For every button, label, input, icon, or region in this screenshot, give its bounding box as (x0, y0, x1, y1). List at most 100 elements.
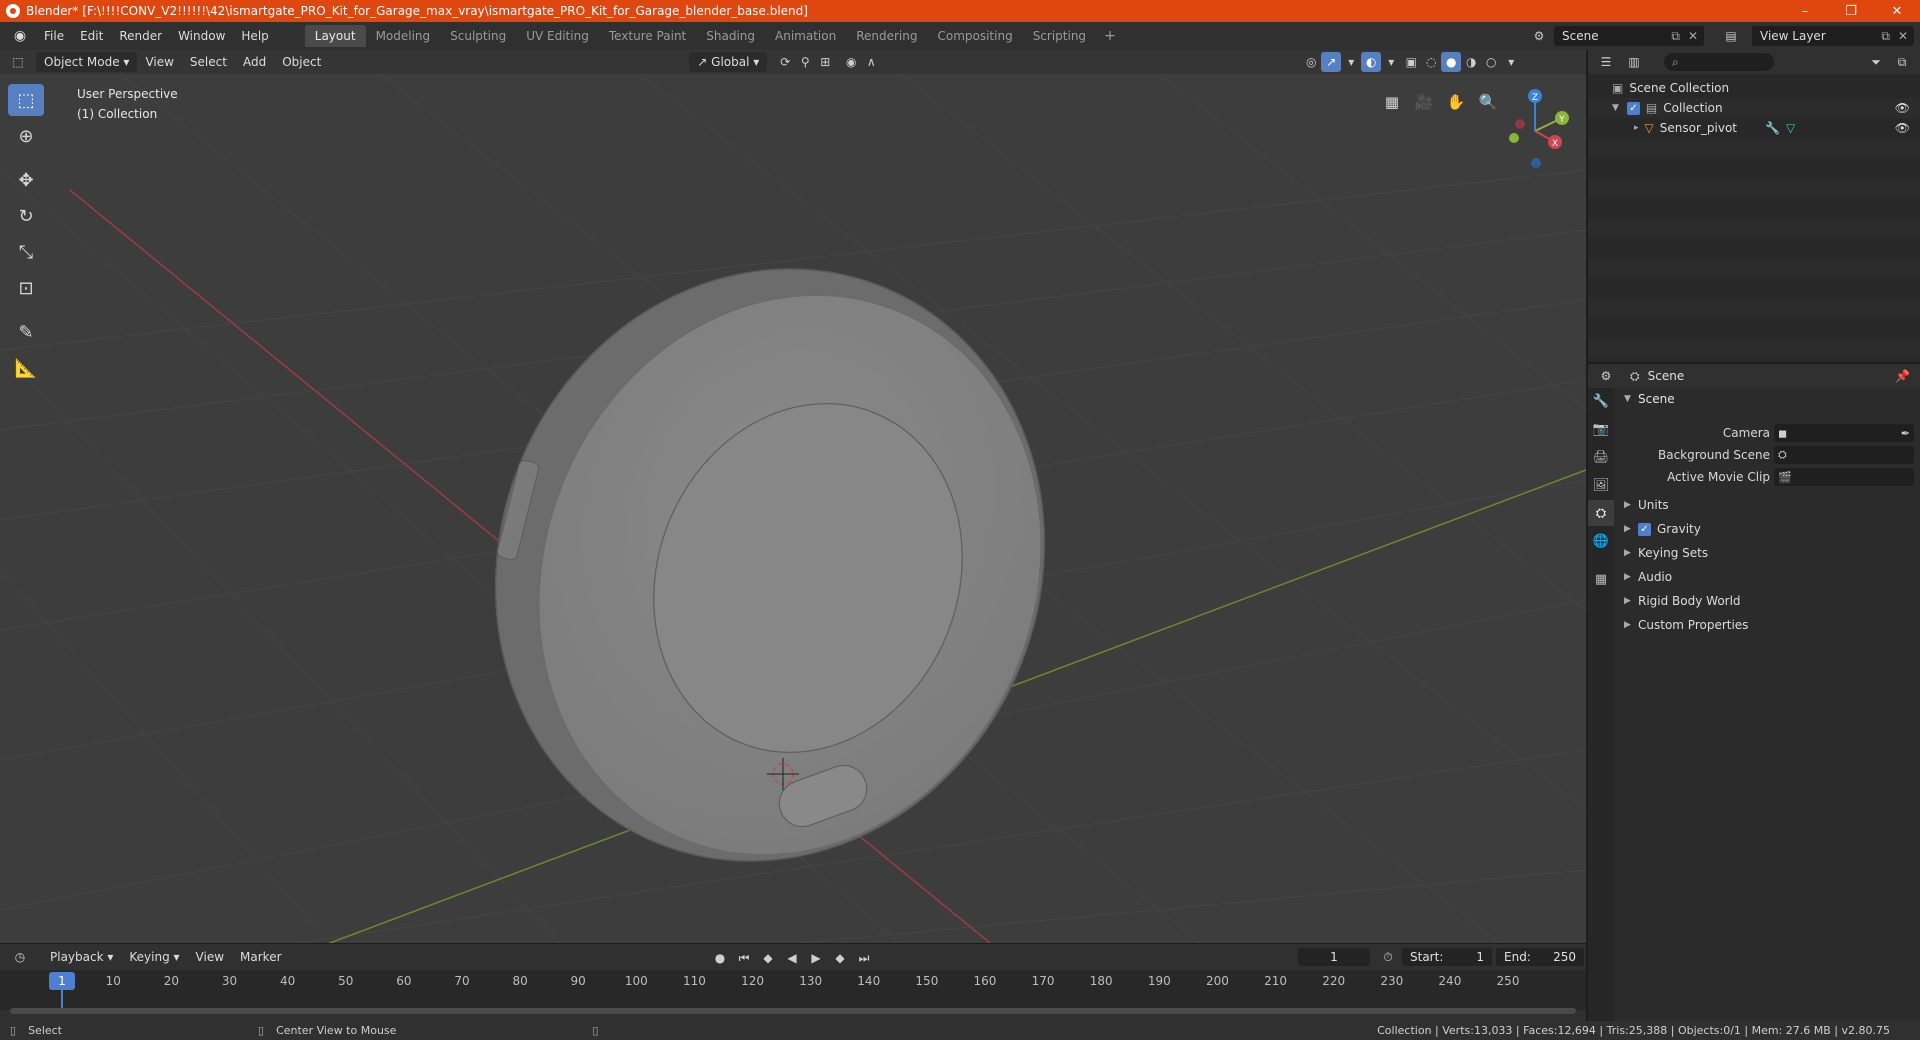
gizmo-dropdown-icon[interactable]: ▾ (1341, 52, 1361, 72)
background-scene-field[interactable]: ⛭ (1774, 446, 1914, 464)
solid-shading-icon[interactable]: ● (1441, 52, 1462, 72)
close-button[interactable]: ✕ (1874, 0, 1920, 22)
tab-sculpting[interactable]: Sculpting (440, 25, 516, 47)
visibility-icon[interactable]: ◎ (1301, 52, 1321, 72)
scale-tool-icon[interactable]: ⤡ (8, 236, 44, 268)
falloff-icon[interactable]: ∧ (861, 52, 881, 72)
expand-arrow-icon[interactable]: ▼ (1612, 103, 1619, 113)
tab-uv-editing[interactable]: UV Editing (516, 25, 599, 47)
tab-rendering[interactable]: Rendering (846, 25, 927, 47)
new-scene-icon[interactable]: ⧉ (1671, 29, 1680, 44)
camera-field[interactable]: ◼ ✒ (1774, 424, 1914, 442)
menu-help[interactable]: Help (233, 25, 276, 47)
render-tab-icon[interactable]: 📷 (1588, 416, 1614, 442)
orientation-dropdown[interactable]: ↗ Global ▾ (689, 52, 768, 72)
timeline-menu-keying[interactable]: Keying ▾ (121, 950, 187, 964)
current-frame-field[interactable]: 1 (1298, 948, 1370, 966)
tool-tab-icon[interactable]: 🔧 (1588, 388, 1614, 414)
next-keyframe-icon[interactable]: ◆ (830, 948, 850, 968)
rendered-shading-icon[interactable]: ○ (1481, 52, 1501, 72)
outliner-search-field[interactable]: ⌕ (1664, 53, 1774, 71)
timeline-menu-view[interactable]: View (188, 950, 232, 964)
gravity-checkbox[interactable]: ✓ (1638, 522, 1651, 536)
navigation-gizmo[interactable]: Z Y X (1500, 86, 1570, 176)
viewport-menu-select[interactable]: Select (182, 52, 235, 72)
jump-start-icon[interactable]: ⏮ (734, 948, 754, 968)
scene-icon[interactable]: ⚙ (1528, 26, 1550, 46)
eye-icon[interactable]: 👁 (1895, 101, 1910, 115)
add-workspace-button[interactable]: + (1096, 28, 1124, 44)
collection-checkbox[interactable]: ✓ (1626, 101, 1640, 115)
timeline-menu-playback[interactable]: Playback ▾ (42, 950, 121, 964)
menu-file[interactable]: File (36, 25, 72, 47)
snap-icon[interactable]: ⚲ (795, 52, 815, 72)
tab-scripting[interactable]: Scripting (1023, 25, 1096, 47)
wireframe-shading-icon[interactable]: ◌ (1421, 52, 1441, 72)
view-layer-selector[interactable]: View Layer ⧉ ✕ (1752, 26, 1914, 46)
tab-texture-paint[interactable]: Texture Paint (599, 25, 696, 47)
overlay-dropdown-icon[interactable]: ▾ (1381, 52, 1401, 72)
select-box-tool-icon[interactable]: ⬚ (8, 84, 44, 116)
output-tab-icon[interactable]: 🖨 (1588, 444, 1614, 470)
pan-hand-icon[interactable]: ✋ (1442, 88, 1470, 116)
filter-icon[interactable]: ⏷ (1866, 52, 1886, 72)
pivot-icon[interactable]: ⟳ (775, 52, 795, 72)
menu-edit[interactable]: Edit (72, 25, 111, 47)
3d-viewport[interactable]: ⬚ Object Mode ▾ View Select Add Object ↗… (0, 50, 1586, 943)
rotate-tool-icon[interactable]: ↻ (8, 200, 44, 232)
mode-dropdown[interactable]: Object Mode ▾ (36, 52, 138, 72)
display-mode-icon[interactable]: ▥ (1624, 52, 1644, 72)
eyedropper-icon[interactable]: ✒ (1901, 427, 1910, 440)
units-panel[interactable]: ▶ Units (1614, 494, 1920, 516)
record-icon[interactable]: ● (710, 948, 730, 968)
delete-view-layer-icon[interactable]: ✕ (1898, 29, 1908, 43)
start-frame-field[interactable]: Start: 1 (1402, 948, 1492, 966)
end-frame-field[interactable]: End: 250 (1496, 948, 1584, 966)
neg-y-axis-handle[interactable] (1509, 133, 1519, 143)
new-view-layer-icon[interactable]: ⧉ (1881, 29, 1890, 44)
outliner-editor-type-icon[interactable]: ☰ (1596, 52, 1616, 72)
neg-x-axis-handle[interactable] (1515, 119, 1525, 129)
new-collection-icon[interactable]: ⧉ (1892, 52, 1912, 72)
neg-z-axis-handle[interactable] (1531, 158, 1541, 168)
timeline-scrollbar[interactable] (10, 1008, 1576, 1014)
xray-icon[interactable]: ▣ (1401, 52, 1421, 72)
modifier-wrench-icon[interactable]: 🔧 (1765, 121, 1780, 135)
scene-selector[interactable]: Scene ⧉ ✕ (1554, 26, 1704, 46)
texture-tab-icon[interactable]: ▦ (1588, 566, 1614, 592)
scene-panel-header[interactable]: ▼ Scene (1614, 388, 1920, 410)
pin-icon[interactable]: 📌 (1895, 369, 1910, 383)
timeline-editor-type-icon[interactable]: ◷ (10, 947, 30, 967)
gravity-panel[interactable]: ▶ ✓ Gravity (1614, 518, 1920, 540)
menu-render[interactable]: Render (111, 25, 170, 47)
tab-shading[interactable]: Shading (696, 25, 765, 47)
tab-modeling[interactable]: Modeling (366, 25, 441, 47)
play-reverse-icon[interactable]: ◀ (782, 948, 802, 968)
transform-tool-icon[interactable]: ⊡ (8, 272, 44, 304)
jump-end-icon[interactable]: ⏭ (854, 948, 874, 968)
custom-properties-panel[interactable]: ▶ Custom Properties (1614, 614, 1920, 636)
sensor-model[interactable] (407, 186, 1132, 943)
material-shading-icon[interactable]: ◑ (1461, 52, 1481, 72)
measure-tool-icon[interactable]: 📐 (8, 352, 44, 384)
view-layer-icon[interactable]: ▤ (1720, 26, 1742, 46)
outliner-row-scene-collection[interactable]: ▣ Scene Collection (1588, 78, 1920, 98)
keying-sets-panel[interactable]: ▶ Keying Sets (1614, 542, 1920, 564)
outliner-row-sensor-pivot[interactable]: ▸ ▽ Sensor_pivot 🔧 ▽ 👁 (1588, 118, 1920, 138)
tab-animation[interactable]: Animation (765, 25, 846, 47)
minimize-button[interactable]: – (1782, 0, 1828, 22)
tab-layout[interactable]: Layout (304, 25, 366, 47)
blender-menu-icon[interactable]: ◉ (10, 26, 30, 46)
gizmo-toggle-icon[interactable]: ↗ (1321, 52, 1342, 72)
rigid-body-world-panel[interactable]: ▶ Rigid Body World (1614, 590, 1920, 612)
menu-window[interactable]: Window (170, 25, 233, 47)
audio-panel[interactable]: ▶ Audio (1614, 566, 1920, 588)
viewport-menu-view[interactable]: View (137, 52, 181, 72)
overlay-toggle-icon[interactable]: ◐ (1361, 52, 1382, 72)
editor-type-icon[interactable]: ⬚ (8, 52, 28, 72)
move-tool-icon[interactable]: ✥ (8, 164, 44, 196)
cursor-tool-icon[interactable]: ⊕ (8, 120, 44, 152)
viewport-menu-object[interactable]: Object (274, 52, 329, 72)
frame-ruler[interactable]: 10 20 30 40 50 60 70 80 90 100 110 120 130 140 150 160 1… (0, 970, 1586, 1010)
viewport-menu-add[interactable]: Add (235, 52, 274, 72)
